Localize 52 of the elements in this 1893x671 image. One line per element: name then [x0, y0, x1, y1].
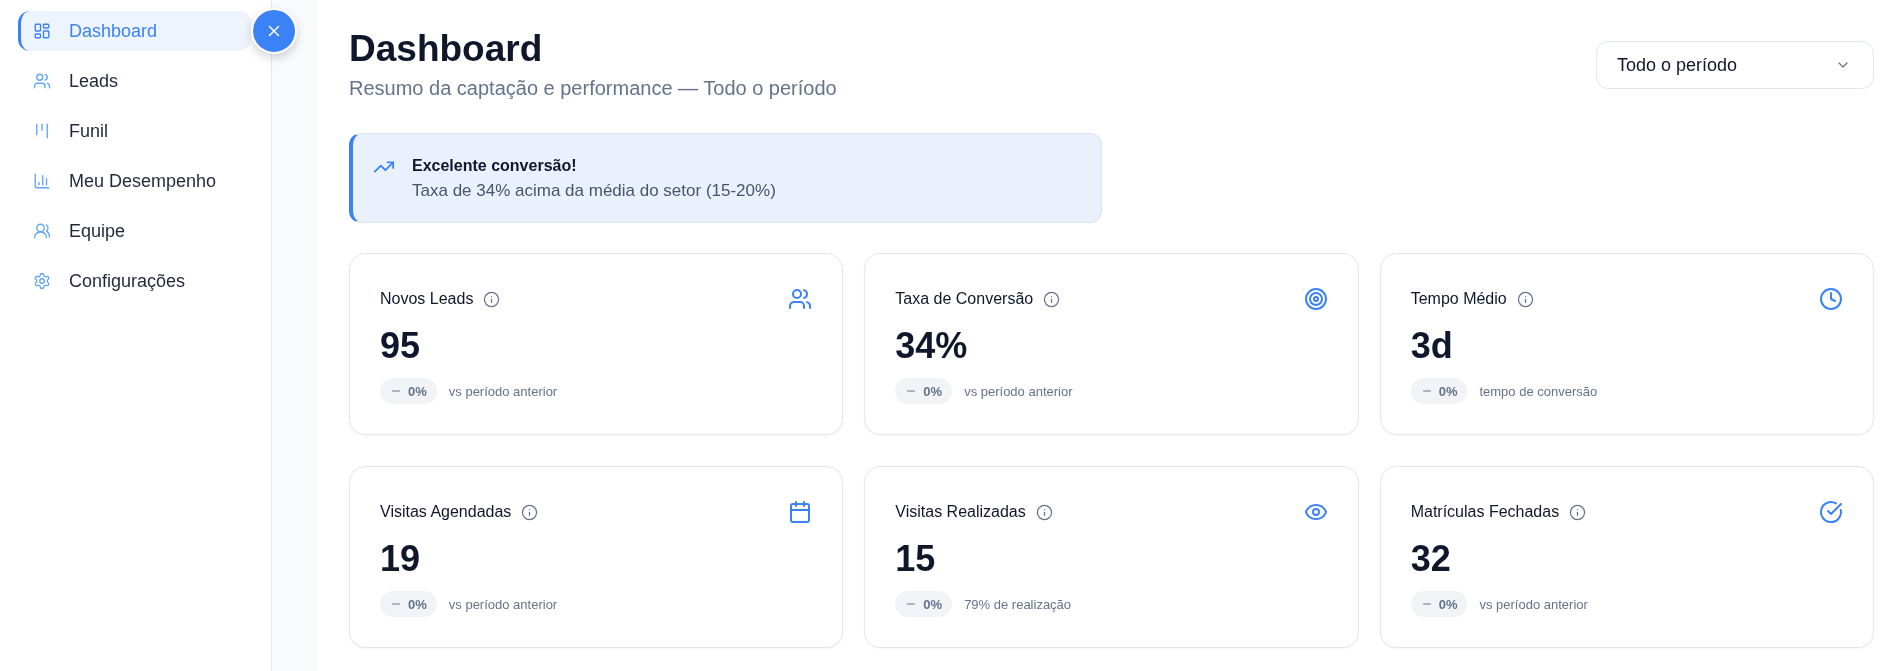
sidebar-item[interactable]: Leads	[18, 61, 251, 101]
stat-title: Visitas Agendadas	[380, 503, 512, 521]
change-value: 0%	[923, 383, 943, 399]
stat-value: 95	[380, 324, 421, 368]
stat-title: Taxa de Conversão	[895, 290, 1034, 308]
stat-title: Visitas Realizadas	[895, 503, 1026, 521]
insight-title: Excelente conversão!	[412, 156, 578, 176]
check-circle-icon	[1819, 500, 1843, 524]
change-value: 0%	[408, 596, 427, 612]
target-icon	[1303, 287, 1328, 311]
info-icon	[1035, 503, 1053, 521]
info-icon	[1516, 290, 1534, 308]
stat-comparison: vs período anterior	[448, 383, 558, 399]
bar-chart-icon	[33, 172, 51, 190]
insight-text: Taxa de 34% acima da média do setor (15-20%)	[412, 180, 776, 202]
stat-comparison: vs período anterior	[1479, 596, 1588, 612]
page-title: Dashboard	[349, 27, 543, 71]
settings-icon	[33, 272, 51, 290]
close-button[interactable]	[251, 8, 297, 54]
calendar-icon	[788, 500, 813, 524]
stat-value: 15	[895, 537, 936, 581]
users-icon	[33, 72, 51, 90]
sidebar-item[interactable]: Configurações	[18, 261, 251, 301]
info-icon	[483, 290, 501, 308]
page-subtitle: Resumo da captação e performance — Todo o período	[349, 77, 837, 99]
users-icon	[33, 222, 51, 240]
sidebar-item[interactable]: Meu Desempenho	[18, 161, 251, 201]
stat-value: 32	[1410, 537, 1451, 581]
clock-icon	[1819, 287, 1843, 311]
stat-comparison: tempo de conversão	[1479, 383, 1598, 399]
info-icon	[1569, 503, 1587, 521]
sidebar-item[interactable]: Equipe	[18, 211, 251, 251]
stat-title: Matrículas Fechadas	[1410, 503, 1560, 521]
change-value: 0%	[1438, 596, 1458, 612]
stat-comparison: vs período anterior	[964, 383, 1073, 399]
change-value: 0%	[408, 383, 427, 399]
stat-title: Tempo Médio	[1410, 290, 1507, 308]
info-icon	[521, 503, 539, 521]
info-icon	[1043, 290, 1061, 308]
stat-value: 19	[380, 537, 421, 581]
sidebar-item[interactable]: Funil	[18, 111, 251, 151]
users-icon	[788, 287, 813, 311]
stat-comparison: 79% de realização	[964, 596, 1072, 612]
dashboard-grid-icon	[33, 22, 51, 40]
stat-value: 34%	[895, 324, 968, 368]
stat-comparison: vs período anterior	[448, 596, 558, 612]
stat-value: 3d	[1410, 324, 1453, 368]
change-value: 0%	[1438, 383, 1458, 399]
change-value: 0%	[923, 596, 943, 612]
stat-title: Novos Leads	[380, 290, 474, 308]
period-select[interactable]: Todo o período	[1596, 41, 1874, 89]
kanban-icon	[33, 122, 51, 140]
